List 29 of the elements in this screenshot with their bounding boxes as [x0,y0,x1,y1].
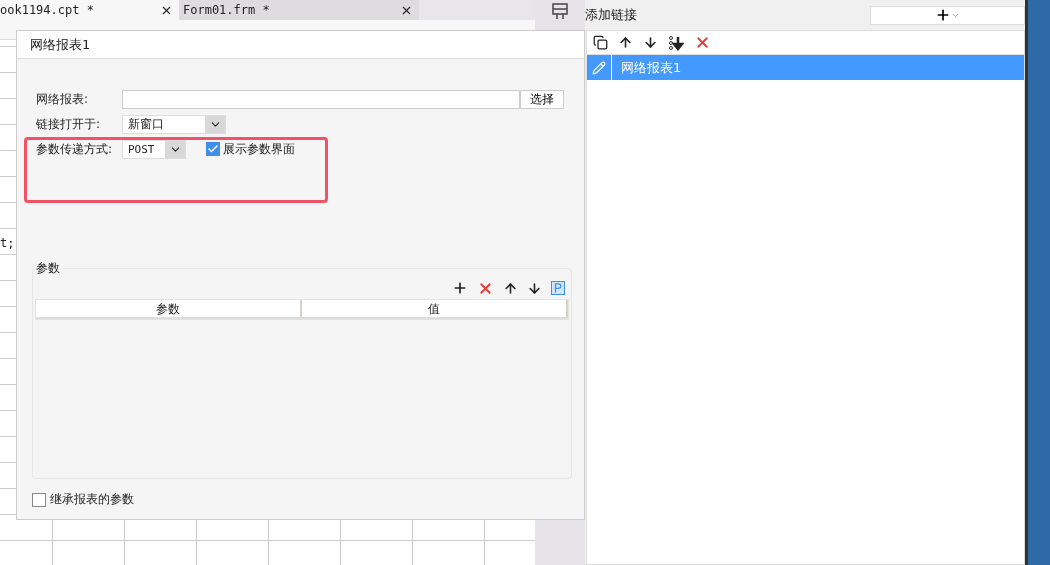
copy-icon[interactable] [593,35,608,50]
add-icon[interactable] [452,280,468,296]
field-label: 参数传递方式: [36,140,114,158]
layout-icon[interactable] [551,2,569,20]
pencil-icon [592,60,606,75]
plus-icon [935,7,951,23]
move-down-icon[interactable] [643,35,658,50]
select-button[interactable]: 选择 [520,89,564,109]
move-down-icon[interactable] [527,280,542,296]
column-header[interactable]: 值 [302,300,568,317]
move-up-icon[interactable] [618,35,633,50]
move-bottom-icon[interactable] [668,34,684,51]
field-label: 链接打开于: [36,115,102,133]
check-icon [207,143,219,155]
field-label: 网络报表: [36,90,90,108]
panel-title: 添加链接 [585,6,637,24]
parameter-icon[interactable] [551,281,565,295]
cell-text: t; [0,236,15,250]
column-header[interactable]: 参数 [36,300,302,317]
dialog-title: 网络报表1 [17,31,584,59]
editor-tab[interactable]: Form01.frm * [179,0,419,20]
inherit-params-checkbox[interactable]: 继承报表的参数 [32,491,564,508]
show-params-checkbox[interactable]: 展示参数界面 [206,140,295,158]
editor-tab[interactable]: ook1194.cpt * [0,0,179,20]
delete-icon[interactable] [694,34,711,51]
open-in-dropdown[interactable]: 新窗口 [122,114,226,134]
move-up-icon[interactable] [503,280,518,296]
group-title: 参数 [35,260,61,277]
report-field[interactable] [121,89,521,109]
